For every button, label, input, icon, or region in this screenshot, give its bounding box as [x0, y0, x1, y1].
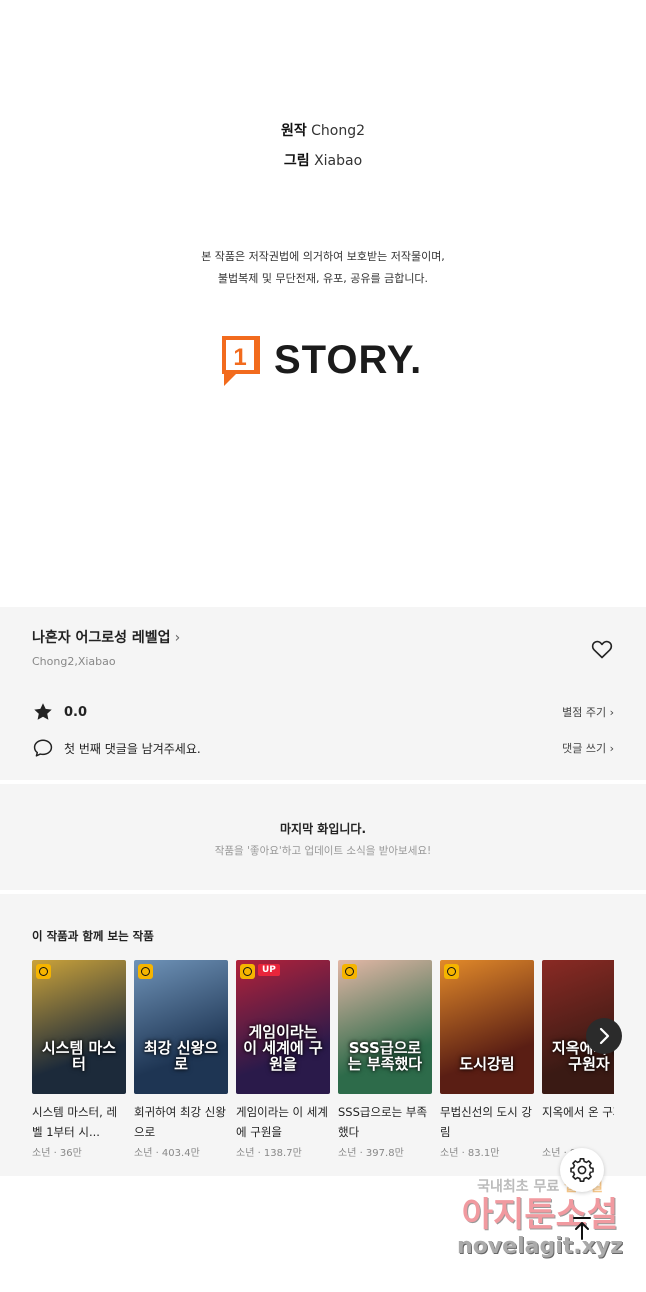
recommendation-cover: UP 게임이라는 이 세계에 구원을: [236, 960, 330, 1094]
logo-mark-icon: 1: [222, 336, 260, 386]
copyright-line-2: 불법복제 및 무단전재, 유포, 공유를 금합니다.: [217, 272, 429, 285]
recommendation-cover: 최강 신왕으로: [134, 960, 228, 1094]
recommendations-carousel: 시스템 마스터 시스템 마스터, 레벨 1부터 시... 소년 · 36만 최강…: [32, 960, 614, 1170]
work-authors: Chong2,Xiabao: [32, 655, 116, 668]
rating-row: 0.0 별점 주기 ›: [32, 701, 614, 725]
recommendation-title: 게임이라는 이 세계에 구원을: [236, 1105, 328, 1139]
recommendation-meta: 소년 · 403.4만: [134, 1148, 200, 1159]
logo-digit: 1: [233, 344, 246, 371]
original-author-row: 원작 Chong2: [0, 116, 646, 146]
recommendation-meta: 소년 · 36만: [32, 1148, 82, 1159]
chevron-right-icon: [599, 1027, 610, 1045]
settings-button[interactable]: [560, 1148, 604, 1192]
site-watermark: 국내최초 무료 웹소설 아지툰소설 novelagit.xyz: [440, 1176, 640, 1272]
arrow-up-icon: [573, 1217, 591, 1240]
publisher-logo: 1 STORY.: [218, 334, 438, 388]
recommendation-cover: 시스템 마스터: [32, 960, 126, 1094]
carousel-next-button[interactable]: [586, 1018, 622, 1054]
recommendation-cover: 도시강림: [440, 960, 534, 1094]
work-title: 나혼자 어그로성 레벨업: [32, 630, 171, 646]
recommendation-title: 시스템 마스터, 레벨 1부터 시...: [32, 1105, 118, 1139]
recommendation-title: 회귀하여 최강 신왕으로: [134, 1105, 226, 1139]
original-author: Chong2: [311, 123, 366, 139]
recommendation-card[interactable]: 최강 신왕으로 회귀하여 최강 신왕으로 소년 · 403.4만: [134, 960, 228, 1159]
star-icon: [34, 703, 52, 720]
credits: 원작 Chong2 그림 Xiabao: [0, 116, 646, 176]
clock-icon: [444, 964, 459, 979]
gear-icon: [570, 1157, 594, 1182]
recommendation-card[interactable]: SSS급으로는 부족했다 SSS급으로는 부족했다 소년 · 397.8만: [338, 960, 432, 1159]
cover-title-art: 게임이라는 이 세계에 구원을: [243, 1023, 323, 1073]
last-episode-subtitle: 작품을 '좋아요'하고 업데이트 소식을 받아보세요!: [214, 845, 432, 857]
recommendation-title: 무법신선의 도시 강림: [440, 1105, 532, 1139]
comment-row: 첫 번째 댓글을 남겨주세요. 댓글 쓰기 ›: [32, 737, 614, 761]
clock-icon: [240, 964, 255, 979]
recommendations-heading: 이 작품과 함께 보는 작품: [32, 929, 154, 943]
recommendation-title: 지옥에서 온 구자: [542, 1105, 614, 1119]
clock-icon: [138, 964, 153, 979]
recommendation-meta: 소년 · 397.8만: [338, 1148, 404, 1159]
clock-icon: [342, 964, 357, 979]
recommendation-card[interactable]: 지옥에서 온 구원자 지옥에서 온 구자 소년 · 92: [542, 960, 614, 1159]
art-label: 그림: [283, 153, 310, 169]
cover-title-art: SSS급으로는 부족했다: [347, 1039, 423, 1073]
watermark-line-1a: 국내최초 무료: [477, 1179, 560, 1195]
last-episode-notice: 마지막 화입니다. 작품을 '좋아요'하고 업데이트 소식을 받아보세요!: [0, 784, 646, 890]
recommendation-card[interactable]: 시스템 마스터 시스템 마스터, 레벨 1부터 시... 소년 · 36만: [32, 960, 126, 1159]
up-badge: UP: [258, 964, 280, 976]
cover-title-art: 최강 신왕으로: [143, 1039, 219, 1073]
logo-wordmark: STORY.: [274, 338, 423, 382]
chevron-right-icon: ›: [174, 630, 181, 646]
watermark-line-3: novelagit.xyz: [457, 1234, 623, 1259]
recommendation-card[interactable]: UP 게임이라는 이 세계에 구원을 게임이라는 이 세계에 구원을 소년 · …: [236, 960, 330, 1159]
comment-prompt: 첫 번째 댓글을 남겨주세요.: [64, 741, 201, 756]
recommendations-section: 이 작품과 함께 보는 작품 시스템 마스터 시스템 마스터, 레벨 1부터 시…: [0, 894, 646, 1176]
recommendation-cover: SSS급으로는 부족했다: [338, 960, 432, 1094]
watermark-line-2: 아지툰소설: [461, 1195, 619, 1235]
write-comment-button[interactable]: 댓글 쓰기 ›: [562, 740, 614, 756]
art-author-row: 그림 Xiabao: [0, 146, 646, 176]
recommendation-meta: 소년 · 83.1만: [440, 1148, 500, 1159]
last-episode-title: 마지막 화입니다.: [279, 822, 367, 836]
copyright-notice: 본 작품은 저작권법에 의거하여 보호받는 저작물이며, 불법복제 및 무단전재…: [0, 246, 646, 290]
original-label: 원작: [280, 123, 307, 139]
cover-title-art: 시스템 마스터: [41, 1039, 117, 1073]
art-author: Xiabao: [314, 153, 363, 169]
clock-icon: [36, 964, 51, 979]
heart-icon[interactable]: [590, 637, 614, 661]
recommendation-card[interactable]: 도시강림 무법신선의 도시 강림 소년 · 83.1만: [440, 960, 534, 1159]
scroll-top-button[interactable]: [566, 1212, 598, 1244]
work-title-link[interactable]: 나혼자 어그로성 레벨업 ›: [32, 627, 180, 647]
recommendation-meta: 소년 · 138.7만: [236, 1148, 302, 1159]
recommendation-title: SSS급으로는 부족했다: [338, 1105, 428, 1139]
rate-button[interactable]: 별점 주기 ›: [562, 704, 614, 720]
cover-title-art: 도시강림: [459, 1055, 515, 1073]
copyright-line-1: 본 작품은 저작권법에 의거하여 보호받는 저작물이며,: [201, 250, 445, 263]
rating-value: 0.0: [64, 704, 88, 720]
comment-bubble-icon: [33, 739, 53, 757]
work-info-panel: 나혼자 어그로성 레벨업 › Chong2,Xiabao 0.0 별점 주기 › …: [0, 607, 646, 780]
